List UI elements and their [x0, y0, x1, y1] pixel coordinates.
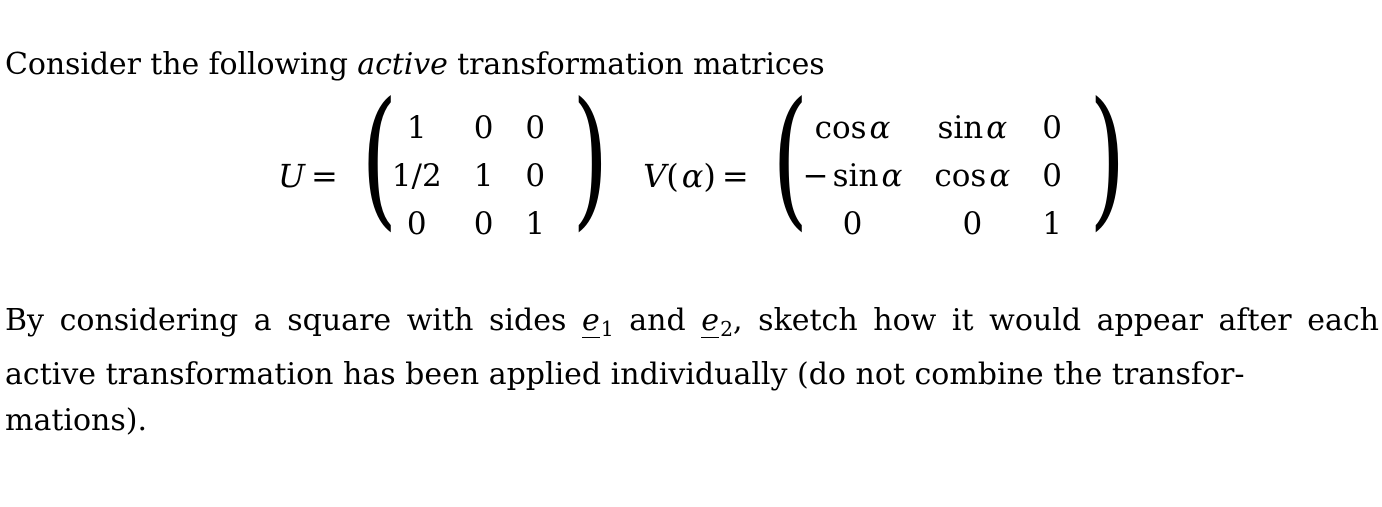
vector-e2-letter: e — [701, 303, 720, 338]
vector-e2: e2 — [701, 303, 734, 341]
matrix-cell: 0 — [962, 206, 983, 242]
equals-sign-v: = — [721, 157, 749, 195]
matrix-row: 1/2 1 0 — [376, 152, 561, 200]
matrix-cell: 1 — [1042, 206, 1062, 242]
equation-v-label: V(α) = — [643, 157, 761, 195]
left-paren-v: ( — [771, 71, 809, 245]
paragraph-last-line: mations). — [5, 402, 148, 438]
matrix-row: cosα sinα 0 — [787, 104, 1078, 152]
matrix-name-u: U — [278, 157, 305, 195]
v-arg-open-paren: ( — [666, 157, 679, 195]
matrix-cell: 0 — [1042, 110, 1062, 146]
matrix-row: − sinα cosα 0 — [787, 152, 1078, 200]
vector-e1-letter: e — [581, 303, 600, 338]
intro-sentence: Consider the following active transforma… — [5, 46, 825, 84]
v-argument-alpha: α — [681, 157, 704, 195]
intro-text-after: transformation matrices — [447, 47, 825, 82]
matrix-cell: sinα — [937, 110, 1008, 146]
equation-v: V(α)= ( cosα sinα 0 −sinα cosα 0 0 0 1 — [643, 71, 1126, 248]
equation-u: U = ( 1 0 0 1/2 1 0 0 0 1 ) — [278, 71, 609, 248]
matrix-name-v: V — [643, 157, 667, 195]
matrix-cell: cosα — [934, 158, 1011, 194]
right-paren-v: ) — [1089, 71, 1126, 245]
matrix-row: 0 0 1 — [376, 200, 561, 248]
matrix-row: 0 0 1 — [787, 200, 1078, 248]
paragraph-segment-1: By considering a square with sides — [5, 303, 582, 338]
right-paren-u: ) — [572, 71, 609, 245]
equals-sign-u: = — [310, 157, 338, 195]
matrix-cell: 0 — [525, 110, 546, 146]
matrix-cell: 0 — [525, 158, 546, 194]
display-equation-row: U = ( 1 0 0 1/2 1 0 0 0 1 ) V(α) = (cos… — [0, 71, 1382, 256]
v-arg-close-paren: ) — [703, 157, 716, 195]
body-paragraph: By considering a square with sides e1 an… — [5, 298, 1379, 444]
matrix-cell: 0 — [473, 206, 494, 242]
matrix-cell: 1 — [473, 158, 494, 194]
left-paren-u: ( — [360, 71, 398, 245]
matrix-row: 1 0 0 — [376, 104, 561, 152]
document-page: Consider the following active transforma… — [0, 0, 1382, 507]
paragraph-segment-2: and — [613, 303, 702, 338]
matrix-cell: 1 — [525, 206, 546, 242]
matrix-v: cosα sinα 0 − sinα cosα 0 0 0 1 — [787, 104, 1078, 248]
equation-u-label: U = — [278, 157, 350, 195]
matrix-u: 1 0 0 1/2 1 0 0 0 1 — [376, 104, 561, 248]
matrix-cell: 0 — [1042, 158, 1062, 194]
vector-e1: e1 — [581, 303, 614, 341]
vector-e1-subscript: 1 — [600, 316, 614, 341]
matrix-cell: 0 — [473, 110, 494, 146]
vector-e2-subscript: 2 — [720, 316, 734, 341]
intro-text-before: Consider the following — [5, 47, 358, 82]
